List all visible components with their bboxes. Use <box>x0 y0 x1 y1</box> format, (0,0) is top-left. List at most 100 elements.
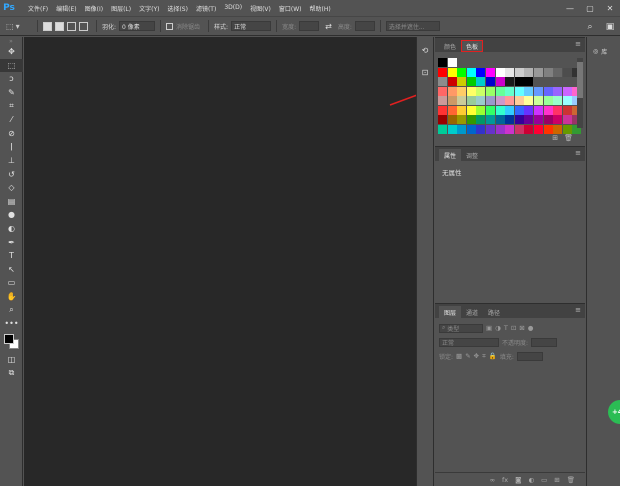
tab-swatches[interactable]: 色板 <box>461 40 484 52</box>
intersect-selection-icon[interactable] <box>79 21 88 31</box>
tool-preset-picker[interactable]: ⬚ ▾ <box>6 19 32 33</box>
dodge-tool-icon[interactable]: ◐ <box>0 222 23 236</box>
swatch[interactable] <box>553 124 563 134</box>
swatch[interactable] <box>562 115 572 124</box>
pen-tool-icon[interactable]: ✒ <box>0 235 23 249</box>
layer-style-icon[interactable]: fx <box>502 476 508 484</box>
swatch[interactable] <box>524 67 534 77</box>
layer-kind-filter[interactable]: ⌕ 类型 <box>439 323 483 333</box>
menu-layer[interactable]: 图层(L) <box>107 4 135 13</box>
swatch[interactable] <box>533 105 543 115</box>
swatch[interactable] <box>514 77 524 86</box>
swatches-scrollbar[interactable] <box>577 58 583 128</box>
screen-mode-icon[interactable]: ⧉ <box>0 366 23 380</box>
more-tools-icon[interactable]: ••• <box>0 317 23 331</box>
swatch[interactable] <box>543 124 553 134</box>
swatch[interactable] <box>562 96 572 105</box>
swatch[interactable] <box>457 96 467 105</box>
swatch[interactable] <box>457 115 467 124</box>
delete-layer-icon[interactable]: 🗑 <box>567 476 575 484</box>
swatch[interactable] <box>505 96 515 105</box>
new-selection-icon[interactable] <box>43 21 52 31</box>
search-icon[interactable]: ⌕ <box>580 18 600 36</box>
zoom-tool-icon[interactable]: ⌕ <box>0 303 23 317</box>
swatch[interactable] <box>466 96 476 105</box>
lock-position-icon[interactable]: ✥ <box>474 352 479 360</box>
swatch[interactable] <box>553 115 563 124</box>
swatch[interactable] <box>524 124 534 134</box>
add-mask-icon[interactable]: ◙ <box>515 476 521 484</box>
swatch[interactable] <box>476 124 486 134</box>
swatch[interactable] <box>543 115 553 124</box>
swatch[interactable] <box>562 124 572 134</box>
swatch[interactable] <box>495 77 505 86</box>
swatch[interactable] <box>476 105 486 115</box>
panel-menu-icon[interactable]: ≡ <box>575 40 581 48</box>
adjustment-filter-icon[interactable]: ◑ <box>495 324 501 332</box>
swatch[interactable] <box>476 86 486 96</box>
swatch[interactable] <box>447 115 457 124</box>
ps-logo[interactable]: Ps <box>0 0 18 16</box>
swatch[interactable] <box>438 58 447 67</box>
smart-object-filter-icon[interactable]: ⊠ <box>519 324 524 332</box>
minimize-button[interactable]: — <box>560 0 580 16</box>
swatch[interactable] <box>543 86 553 96</box>
menu-3d[interactable]: 3D(D) <box>220 4 246 13</box>
swatch[interactable] <box>505 86 515 96</box>
menu-select[interactable]: 选择(S) <box>163 4 192 13</box>
swatch[interactable] <box>466 115 476 124</box>
swatch[interactable] <box>505 77 515 86</box>
width-input[interactable] <box>299 21 320 31</box>
blend-mode-select[interactable]: 正常 <box>439 337 499 347</box>
hand-tool-icon[interactable]: ✋ <box>0 290 23 304</box>
swatch[interactable] <box>495 115 505 124</box>
swatch[interactable] <box>447 77 457 86</box>
swatch[interactable] <box>457 77 467 86</box>
shape-tool-icon[interactable]: ▭ <box>0 276 23 290</box>
delete-swatch-icon[interactable]: 🗑 <box>564 134 573 144</box>
swatch[interactable] <box>514 96 524 105</box>
tab-color[interactable]: 颜色 <box>439 40 461 52</box>
swatch[interactable] <box>514 124 524 134</box>
swatch[interactable] <box>562 86 572 96</box>
swatch[interactable] <box>438 115 447 124</box>
document-canvas-area[interactable] <box>24 37 416 486</box>
menu-help[interactable]: 帮助(H) <box>306 4 335 13</box>
swatch[interactable] <box>562 67 572 77</box>
swatch[interactable] <box>447 124 457 134</box>
marquee-tool-icon[interactable]: ⬚ <box>0 58 23 73</box>
swatch[interactable] <box>457 67 467 77</box>
swatch[interactable] <box>447 86 457 96</box>
menu-view[interactable]: 视图(V) <box>246 4 275 13</box>
swatch[interactable] <box>466 105 476 115</box>
swatch[interactable] <box>447 67 457 77</box>
swatch[interactable] <box>495 67 505 77</box>
scrollbar-thumb[interactable] <box>577 62 583 98</box>
swatch[interactable] <box>476 77 486 86</box>
lock-transparent-icon[interactable]: ▩ <box>456 352 462 360</box>
lock-artboard-icon[interactable]: ⌗ <box>482 352 486 361</box>
swatch[interactable] <box>447 96 457 105</box>
swatch[interactable] <box>543 96 553 105</box>
tab-paths[interactable]: 路径 <box>483 306 505 318</box>
swatch[interactable] <box>543 67 553 77</box>
blur-tool-icon[interactable]: ● <box>0 208 23 222</box>
swatch[interactable] <box>524 77 534 86</box>
swatch[interactable] <box>457 105 467 115</box>
swatch[interactable] <box>485 77 495 86</box>
swatch[interactable] <box>438 77 447 86</box>
swatch[interactable] <box>457 124 467 134</box>
foreground-color[interactable] <box>4 334 14 345</box>
swatch[interactable] <box>476 115 486 124</box>
swatch[interactable] <box>438 124 447 134</box>
eyedropper-tool-icon[interactable]: ⁄ <box>0 113 23 127</box>
panel-menu-icon[interactable]: ≡ <box>575 306 581 314</box>
swatch[interactable] <box>553 96 563 105</box>
menu-image[interactable]: 图像(I) <box>81 4 107 13</box>
type-filter-icon[interactable]: T <box>504 324 508 332</box>
link-layers-icon[interactable]: ∞ <box>490 476 495 484</box>
quick-mask-icon[interactable]: ◫ <box>0 352 23 366</box>
new-group-icon[interactable]: ▭ <box>541 476 547 484</box>
swatch[interactable] <box>505 124 515 134</box>
lock-all-icon[interactable]: 🔒 <box>489 352 497 360</box>
